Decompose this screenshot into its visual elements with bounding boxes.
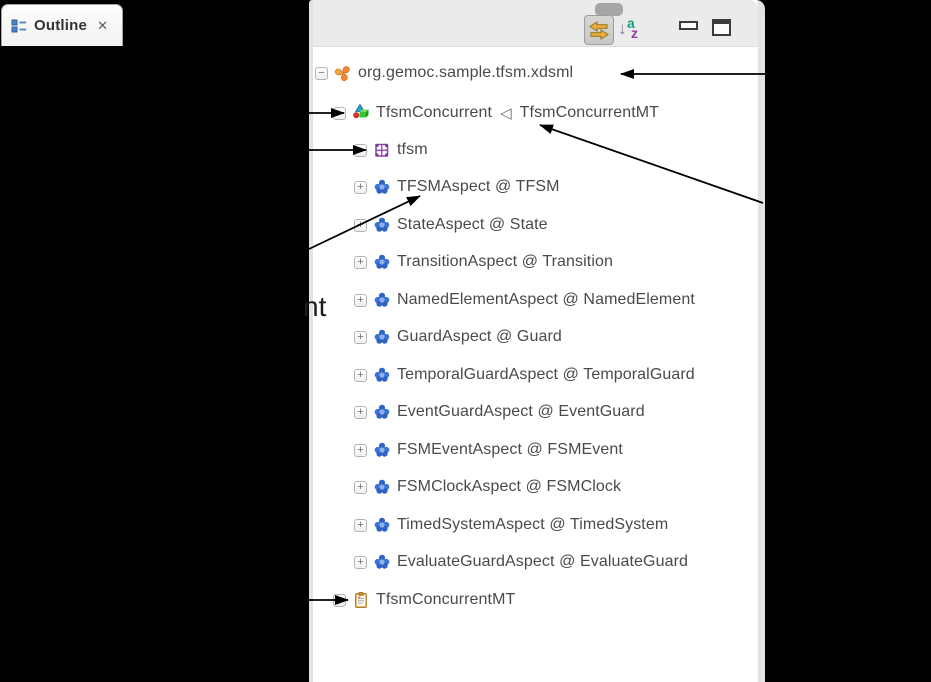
aspect-icon bbox=[373, 553, 391, 571]
tree-item[interactable]: + FSMClockAspect @ FSMClock bbox=[354, 474, 621, 500]
expand-toggle[interactable]: + bbox=[354, 406, 367, 419]
clipboard-icon bbox=[352, 591, 370, 609]
aspect-icon bbox=[373, 441, 391, 459]
tree-item[interactable]: + EvaluateGuardAspect @ EvaluateGuard bbox=[354, 549, 688, 575]
aspect-icon bbox=[373, 403, 391, 421]
outline-view-icon bbox=[10, 17, 28, 35]
gemoc-logo-icon bbox=[334, 64, 352, 82]
tab-label: Outline bbox=[34, 17, 87, 34]
aspect-icon bbox=[373, 328, 391, 346]
tree-item[interactable]: + TransitionAspect @ Transition bbox=[354, 249, 613, 275]
tree-item[interactable]: + EventGuardAspect @ EventGuard bbox=[354, 399, 645, 425]
link-with-editor-button[interactable] bbox=[584, 15, 614, 45]
aspect-icon bbox=[373, 291, 391, 309]
expand-toggle[interactable] bbox=[354, 144, 367, 157]
tree-item-label: org.gemoc.sample.tfsm.xdsml bbox=[358, 64, 573, 82]
melange-language-icon bbox=[352, 104, 370, 122]
aspect-icon bbox=[373, 403, 391, 421]
tree-item-label: TemporalGuardAspect @ TemporalGuard bbox=[397, 366, 695, 384]
tree-item-label: NamedElementAspect @ NamedElement bbox=[397, 291, 695, 309]
aspect-icon bbox=[373, 328, 391, 346]
tree-item[interactable]: + GuardAspect @ Guard bbox=[354, 324, 562, 350]
expand-toggle[interactable]: + bbox=[354, 181, 367, 194]
aspect-icon bbox=[373, 216, 391, 234]
expand-toggle[interactable]: + bbox=[354, 219, 367, 232]
expand-toggle[interactable]: + bbox=[354, 481, 367, 494]
expand-toggle[interactable]: + bbox=[354, 369, 367, 382]
tree-item[interactable]: TfsmConcurrent ◁ TfsmConcurrentMT bbox=[333, 100, 659, 126]
tree-item[interactable]: + TFSMAspect @ TFSM bbox=[354, 174, 560, 200]
epackage-icon bbox=[373, 141, 391, 159]
aspect-icon bbox=[373, 216, 391, 234]
cropped-slide-text: nt bbox=[303, 291, 326, 323]
expand-toggle[interactable] bbox=[333, 594, 346, 607]
expand-toggle[interactable]: + bbox=[354, 294, 367, 307]
expand-toggle[interactable] bbox=[333, 107, 346, 120]
tree-item[interactable]: + TemporalGuardAspect @ TemporalGuard bbox=[354, 362, 695, 388]
tree-item-label: GuardAspect @ Guard bbox=[397, 328, 562, 346]
tree-item-label: TfsmConcurrent bbox=[376, 104, 492, 122]
concurrent-icon bbox=[352, 104, 370, 122]
collapse-toggle[interactable]: − bbox=[315, 67, 328, 80]
aspect-icon bbox=[373, 178, 391, 196]
aspect-icon bbox=[373, 441, 391, 459]
tree-item-label: TfsmConcurrentMT bbox=[376, 591, 515, 609]
tree-item-label: tfsm bbox=[397, 141, 428, 159]
tree-item[interactable]: − org.gemoc.sample.tfsm.xdsml bbox=[315, 60, 573, 86]
close-icon[interactable]: ✕ bbox=[97, 18, 108, 34]
tree-item[interactable]: + NamedElementAspect @ NamedElement bbox=[354, 287, 695, 313]
expand-toggle[interactable]: + bbox=[354, 444, 367, 457]
expand-toggle[interactable]: + bbox=[354, 556, 367, 569]
tree-item-label: EvaluateGuardAspect @ EvaluateGuard bbox=[397, 553, 688, 571]
expand-toggle[interactable]: + bbox=[354, 331, 367, 344]
clipboard-icon bbox=[352, 591, 370, 609]
aspect-icon bbox=[373, 366, 391, 384]
gemoc-icon bbox=[334, 64, 352, 82]
tree-item[interactable]: tfsm bbox=[354, 137, 428, 163]
aspect-icon bbox=[373, 553, 391, 571]
aspect-icon bbox=[373, 291, 391, 309]
aspect-icon bbox=[373, 178, 391, 196]
link-arrows-icon bbox=[588, 19, 610, 41]
tree-item[interactable]: + FSMEventAspect @ FSMEvent bbox=[354, 437, 623, 463]
slide-canvas: Outline ✕ ↓ a z − org.gemoc.sample.tfsm.… bbox=[0, 0, 931, 682]
expand-toggle[interactable]: + bbox=[354, 256, 367, 269]
aspect-icon bbox=[373, 253, 391, 271]
tree-item[interactable]: TfsmConcurrentMT bbox=[333, 587, 515, 613]
tree-item[interactable]: + TimedSystemAspect @ TimedSystem bbox=[354, 512, 668, 538]
expand-toggle[interactable]: + bbox=[354, 519, 367, 532]
overrides-triangle-icon: ◁ bbox=[500, 104, 512, 122]
tab-outline[interactable]: Outline ✕ bbox=[1, 4, 123, 46]
aspect-icon bbox=[373, 478, 391, 496]
aspect-icon bbox=[373, 366, 391, 384]
tree-item-label: FSMEventAspect @ FSMEvent bbox=[397, 441, 623, 459]
aspect-icon bbox=[373, 516, 391, 534]
tree-item-label: FSMClockAspect @ FSMClock bbox=[397, 478, 621, 496]
tree-item-label: EventGuardAspect @ EventGuard bbox=[397, 403, 645, 421]
minimize-button[interactable] bbox=[679, 21, 698, 30]
tree-item-label-secondary: TfsmConcurrentMT bbox=[520, 104, 659, 122]
package-icon bbox=[373, 141, 391, 159]
maximize-button[interactable] bbox=[712, 19, 731, 36]
sort-alphabetically-button[interactable]: ↓ a z bbox=[616, 16, 644, 42]
aspect-icon bbox=[373, 516, 391, 534]
tree-item-label: TFSMAspect @ TFSM bbox=[397, 178, 560, 196]
tree-item[interactable]: + StateAspect @ State bbox=[354, 212, 548, 238]
aspect-icon bbox=[373, 253, 391, 271]
aspect-icon bbox=[373, 478, 391, 496]
tree-item-label: StateAspect @ State bbox=[397, 216, 548, 234]
tree-item-label: TransitionAspect @ Transition bbox=[397, 253, 613, 271]
tree-item-label: TimedSystemAspect @ TimedSystem bbox=[397, 516, 668, 534]
sort-letter-z: z bbox=[631, 25, 638, 41]
